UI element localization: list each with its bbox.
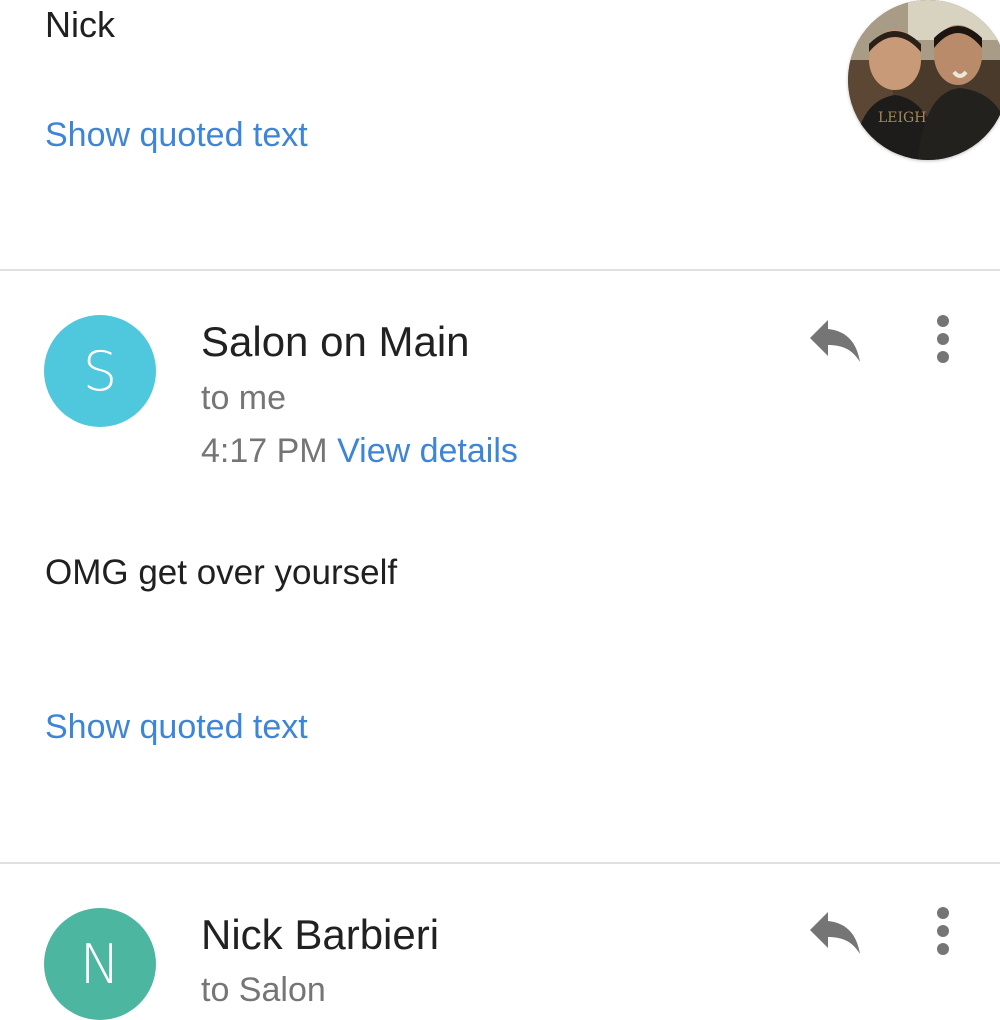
contact-photo-image: LEIGH (848, 0, 1000, 160)
sender-name[interactable]: Salon on Main (201, 317, 470, 367)
contact-photo-avatar[interactable]: LEIGH (848, 0, 1000, 160)
sender-avatar[interactable]: S (44, 315, 156, 427)
message-signature: Nick (45, 4, 115, 45)
message-divider (0, 862, 1000, 864)
more-vert-icon (937, 315, 949, 363)
sender-avatar-letter: N (79, 932, 121, 996)
view-details-link[interactable]: View details (337, 432, 518, 470)
timestamp-line: 4:17 PM View details (201, 429, 518, 473)
recipient-line: to me (201, 379, 287, 417)
reply-icon (810, 912, 860, 954)
message-time: 4:17 PM (201, 432, 328, 470)
reply-button[interactable] (800, 310, 870, 370)
show-quoted-text-link[interactable]: Show quoted text (45, 113, 308, 157)
show-quoted-text-link[interactable]: Show quoted text (45, 705, 308, 749)
reply-button[interactable] (800, 902, 870, 962)
message-divider (0, 269, 1000, 271)
more-vert-icon (937, 907, 949, 955)
sender-avatar-letter: S (82, 339, 118, 403)
svg-text:LEIGH: LEIGH (878, 110, 926, 126)
sender-name[interactable]: Nick Barbieri (201, 910, 439, 960)
recipient-line: to Salon (201, 971, 326, 1009)
message-body: OMG get over yourself (45, 553, 398, 592)
more-options-button[interactable] (915, 308, 971, 370)
reply-icon (810, 320, 860, 362)
more-options-button[interactable] (915, 900, 971, 962)
sender-avatar[interactable]: N (44, 908, 156, 1020)
